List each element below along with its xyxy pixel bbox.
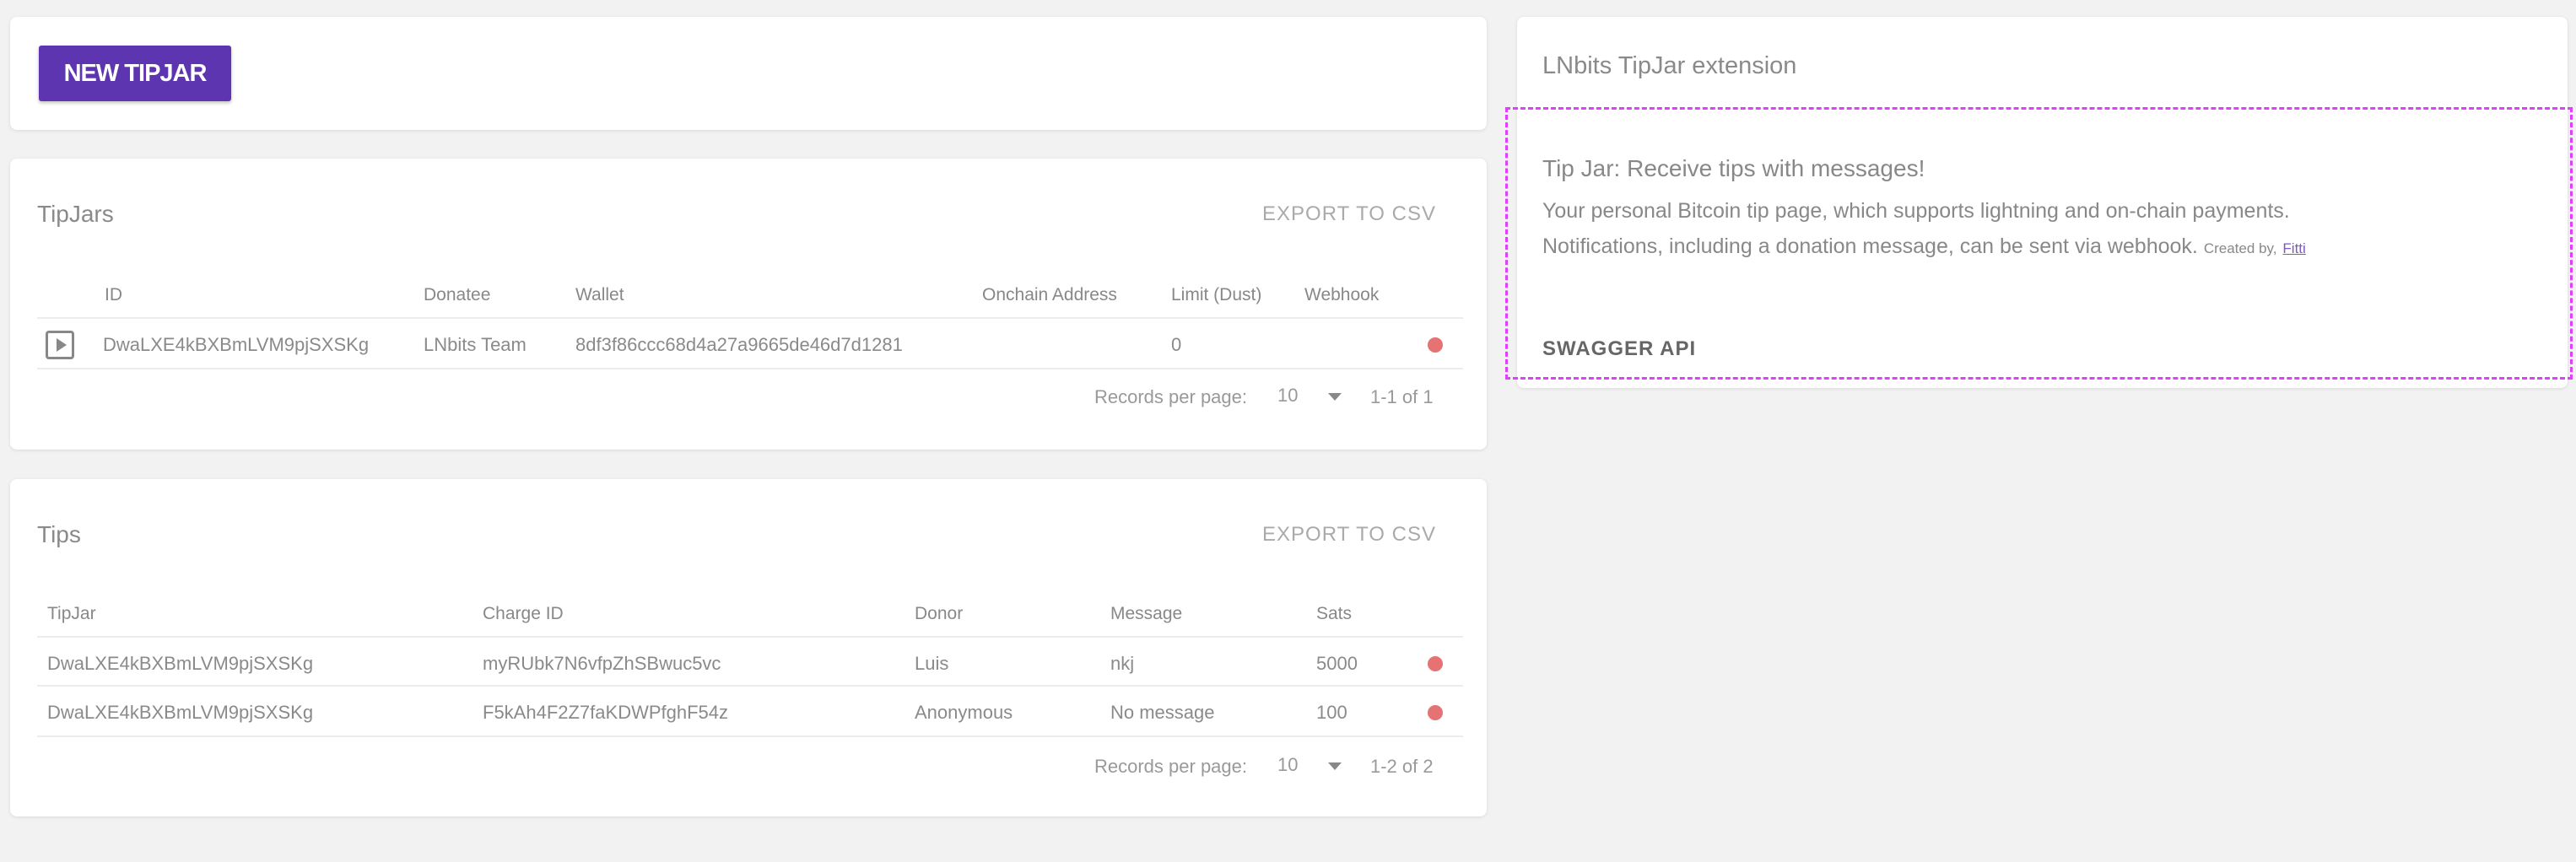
column-header-charge-id[interactable]: Charge ID xyxy=(483,604,564,624)
extension-heading: Tip Jar: Receive tips with messages! xyxy=(1542,155,1925,181)
delete-tipjar-icon[interactable] xyxy=(1428,337,1443,353)
tip-message: nkj xyxy=(1110,653,1135,674)
tip-tipjar: DwaLXE4kBXBmLVM9pjSXSKg xyxy=(47,653,314,674)
records-per-page-select[interactable]: 10 xyxy=(1277,385,1298,407)
tip-sats: 5000 xyxy=(1316,653,1358,674)
created-by-label: Created by, xyxy=(2203,240,2277,256)
tipjars-card: TipJars EXPORT TO CSV ID Donatee Wallet … xyxy=(10,159,1487,450)
tip-message: No message xyxy=(1110,702,1215,723)
tipjars-export-csv-button[interactable]: EXPORT TO CSV xyxy=(1262,202,1436,226)
notifications-text: Notifications, including a donation mess… xyxy=(1542,234,2198,258)
chevron-down-icon[interactable] xyxy=(1328,393,1342,401)
extension-description: Your personal Bitcoin tip page, which su… xyxy=(1542,199,2290,223)
column-header-id[interactable]: ID xyxy=(105,285,122,305)
divider xyxy=(37,685,1463,687)
column-header-wallet[interactable]: Wallet xyxy=(575,285,624,305)
tipjar-donatee: LNbits Team xyxy=(424,334,527,355)
records-per-page-select[interactable]: 10 xyxy=(1277,754,1298,776)
column-header-donor[interactable]: Donor xyxy=(915,604,963,624)
tip-tipjar: DwaLXE4kBXBmLVM9pjSXSKg xyxy=(47,702,314,723)
pagination-range: 1-1 of 1 xyxy=(1370,386,1434,407)
swagger-api-button[interactable]: SWAGGER API xyxy=(1542,337,1696,361)
divider xyxy=(37,368,1463,369)
divider xyxy=(37,636,1463,638)
tipjars-title: TipJars xyxy=(37,201,114,227)
author-link[interactable]: Fitti xyxy=(2282,240,2305,256)
column-header-limit[interactable]: Limit (Dust) xyxy=(1171,285,1261,305)
column-header-webhook[interactable]: Webhook xyxy=(1304,285,1379,305)
column-header-donatee[interactable]: Donatee xyxy=(424,285,490,305)
chevron-down-icon[interactable] xyxy=(1328,762,1342,770)
tipjar-limit: 0 xyxy=(1171,334,1182,355)
delete-tip-icon[interactable] xyxy=(1428,705,1443,720)
divider xyxy=(37,317,1463,319)
tips-card: Tips EXPORT TO CSV TipJar Charge ID Dono… xyxy=(10,479,1487,816)
extension-title: LNbits TipJar extension xyxy=(1542,52,1797,79)
pagination-range: 1-2 of 2 xyxy=(1370,756,1434,777)
tip-donor: Anonymous xyxy=(915,702,1013,723)
open-tipjar-icon[interactable] xyxy=(46,331,74,359)
extension-notifications: Notifications, including a donation mess… xyxy=(1542,234,2555,259)
tip-charge-id: F5kAh4F2Z7faKDWPfghF54z xyxy=(483,702,729,723)
tip-charge-id: myRUbk7N6vfpZhSBwuc5vc xyxy=(483,653,721,674)
tips-title: Tips xyxy=(37,521,81,547)
records-per-page-label: Records per page: xyxy=(1094,386,1247,407)
tipjar-wallet: 8df3f86ccc68d4a27a9665de46d7d1281 xyxy=(575,334,903,355)
new-tipjar-card: NEW TIPJAR xyxy=(10,17,1487,130)
column-header-onchain-address[interactable]: Onchain Address xyxy=(982,285,1117,305)
tipjar-id: DwaLXE4kBXBmLVM9pjSXSKg xyxy=(103,334,370,355)
column-header-message[interactable]: Message xyxy=(1110,604,1182,624)
new-tipjar-button[interactable]: NEW TIPJAR xyxy=(39,46,231,101)
divider xyxy=(37,735,1463,737)
column-header-sats[interactable]: Sats xyxy=(1316,604,1352,624)
column-header-tipjar[interactable]: TipJar xyxy=(47,604,96,624)
delete-tip-icon[interactable] xyxy=(1428,656,1443,671)
records-per-page-label: Records per page: xyxy=(1094,756,1247,777)
tips-export-csv-button[interactable]: EXPORT TO CSV xyxy=(1262,523,1436,547)
tip-donor: Luis xyxy=(915,653,949,674)
tip-sats: 100 xyxy=(1316,702,1347,723)
info-card: LNbits TipJar extension Tip Jar: Receive… xyxy=(1505,17,2573,388)
